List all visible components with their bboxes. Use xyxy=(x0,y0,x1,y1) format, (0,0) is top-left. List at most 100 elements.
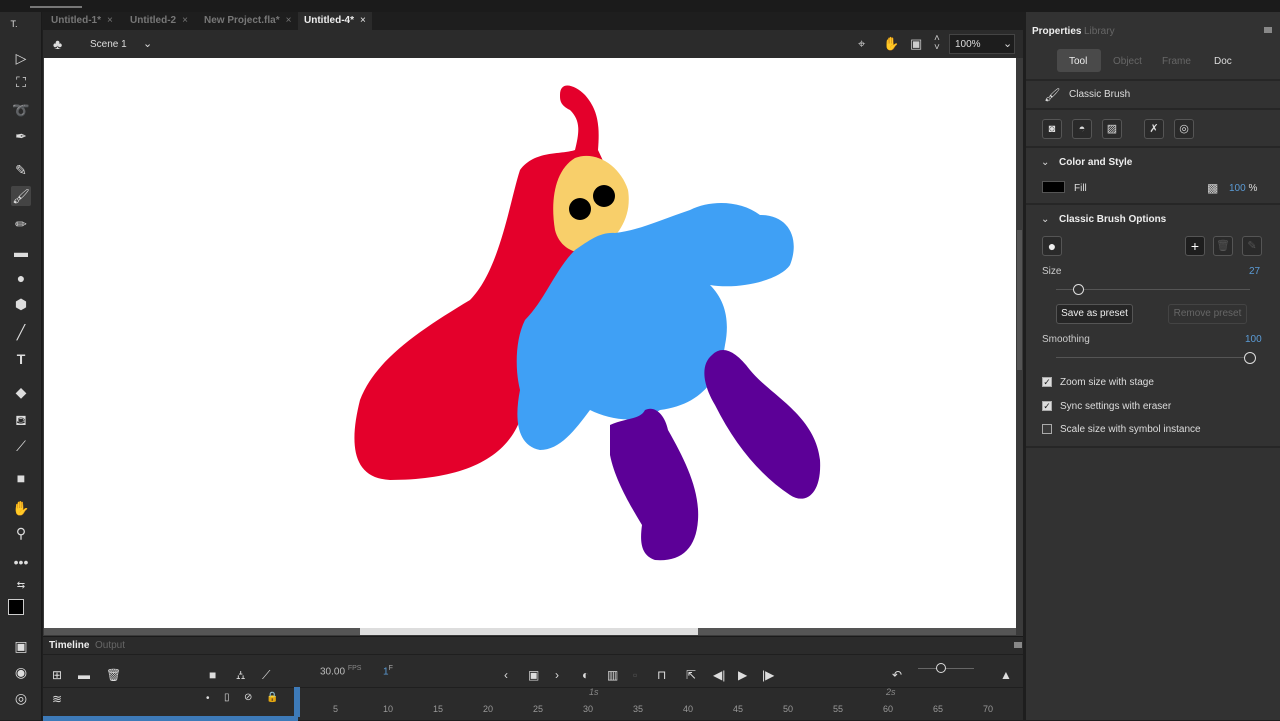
close-icon[interactable]: × xyxy=(107,15,113,26)
new-folder-icon[interactable]: ▬ xyxy=(78,668,90,682)
rectangle-tool-icon[interactable]: ▬ xyxy=(11,242,31,262)
stroke-color-swatch[interactable] xyxy=(8,599,24,615)
layers-icon[interactable]: ≋ xyxy=(52,692,62,706)
onion-skin-icon[interactable]: ◐ xyxy=(582,668,589,682)
graph-icon[interactable]: ⟋ xyxy=(262,668,270,683)
section-color-style[interactable]: Color and Style xyxy=(1059,157,1132,168)
brush-shape-icon[interactable]: ● xyxy=(1042,236,1062,256)
next-keyframe-icon[interactable]: › xyxy=(555,668,559,682)
paint-bucket-tool-icon[interactable]: ⛾ xyxy=(11,410,31,430)
alpha-field[interactable]: 100 % xyxy=(1229,183,1257,194)
chevron-down-icon[interactable]: ⌄ xyxy=(1041,214,1049,225)
brush-mode-icon[interactable]: ◓ xyxy=(1072,119,1092,139)
prev-keyframe-icon[interactable]: ‹ xyxy=(504,668,508,682)
subtab-frame[interactable]: Frame xyxy=(1162,56,1191,67)
smoothing-slider[interactable] xyxy=(1056,357,1250,358)
mountain-icon[interactable]: ▲ xyxy=(1000,668,1012,682)
dot-icon[interactable]: • xyxy=(206,693,210,704)
lock-icon[interactable]: 🔒 xyxy=(266,692,278,703)
eraser-tool-icon[interactable]: ◆ xyxy=(11,382,31,402)
tab-new-project[interactable]: New Project.fla* × xyxy=(204,12,291,30)
fps-display[interactable]: 30.00 FPS xyxy=(320,665,361,677)
rotate-stage-icon[interactable]: ✋ xyxy=(883,36,899,52)
fit-frames-icon[interactable]: ↶ xyxy=(892,668,902,682)
zoom-size-checkbox[interactable]: ✓ xyxy=(1042,377,1052,387)
play-icon[interactable]: ▶ xyxy=(738,668,747,682)
frame-display[interactable]: 1F xyxy=(383,665,393,677)
layer-row-selected[interactable] xyxy=(43,716,298,721)
size-slider-handle[interactable] xyxy=(1073,284,1084,295)
close-icon[interactable]: × xyxy=(286,15,292,26)
delete-brush-icon[interactable]: 🗑 xyxy=(1213,236,1233,256)
step-forward-icon[interactable]: |▶ xyxy=(762,668,774,682)
classic-brush-tool-icon[interactable]: 🖌 xyxy=(11,186,31,206)
panel-menu-icon[interactable] xyxy=(1014,642,1022,648)
hand-tool-icon[interactable]: ✋ xyxy=(11,498,31,518)
clip-content-icon[interactable]: ▣ xyxy=(910,36,922,52)
swap-colors-icon[interactable]: ⇆ xyxy=(11,576,31,596)
center-stage-icon[interactable]: ⌖ xyxy=(858,36,865,52)
camera-tool-icon[interactable]: ■ xyxy=(11,468,31,488)
tilt-icon[interactable]: ◎ xyxy=(1174,119,1194,139)
alpha-value[interactable]: 100 xyxy=(1229,183,1246,194)
loop-icon[interactable]: ⊓ xyxy=(657,668,666,682)
line-tool-icon[interactable]: ╱ xyxy=(11,322,31,342)
sync-eraser-label[interactable]: Sync settings with eraser xyxy=(1060,401,1171,412)
subtab-doc[interactable]: Doc xyxy=(1214,56,1232,67)
lock-fill-icon[interactable]: ▨ xyxy=(1102,119,1122,139)
edit-brush-icon[interactable]: ✎ xyxy=(1242,236,1262,256)
scale-size-label[interactable]: Scale size with symbol instance xyxy=(1060,424,1201,435)
delete-layer-icon[interactable]: 🗑 xyxy=(106,668,121,682)
tab-library[interactable]: Library xyxy=(1084,26,1115,37)
drawing-mode-icon[interactable]: ◉ xyxy=(11,662,31,682)
export-icon[interactable]: ⇱ xyxy=(686,668,696,682)
tab-output[interactable]: Output xyxy=(95,640,125,651)
stepper-icon[interactable]: ˄ ˅ xyxy=(934,34,940,53)
add-brush-icon[interactable]: + xyxy=(1185,236,1205,256)
text-tool-icon[interactable]: T xyxy=(11,349,31,369)
tab-untitled-1[interactable]: Untitled-1* × xyxy=(51,12,113,30)
vertical-scroll-thumb[interactable] xyxy=(1017,230,1022,370)
section-brush-options[interactable]: Classic Brush Options xyxy=(1059,214,1166,225)
camera-icon[interactable]: ■ xyxy=(209,668,216,682)
tab-untitled-2[interactable]: Untitled-2 × xyxy=(130,12,188,30)
pen-tool-icon[interactable]: ✒ xyxy=(11,126,31,146)
zoom-dropdown-icon[interactable]: ⌄ xyxy=(1003,37,1012,50)
layer-parenting-icon[interactable]: ⛼ xyxy=(236,668,245,684)
more-tools-icon[interactable]: ••• xyxy=(11,552,31,572)
tab-timeline[interactable]: Timeline xyxy=(49,640,89,651)
save-preset-button[interactable]: Save as preset xyxy=(1056,304,1133,324)
sync-eraser-checkbox[interactable]: ✓ xyxy=(1042,401,1052,411)
subtab-tool-label[interactable]: Tool xyxy=(1069,56,1087,67)
selection-tool-icon[interactable]: ▷ xyxy=(11,48,31,68)
fps-value[interactable]: 30.00 xyxy=(320,666,345,677)
oval-tool-icon[interactable]: ● xyxy=(11,268,31,288)
new-layer-icon[interactable]: ⊞ xyxy=(52,668,62,682)
pencil-tool-icon[interactable]: ✏ xyxy=(11,214,31,234)
step-back-icon[interactable]: ◀| xyxy=(713,668,725,682)
pressure-icon[interactable]: ◎ xyxy=(11,688,31,708)
insert-keyframe-icon[interactable]: ▣ xyxy=(528,668,539,682)
scene-icon[interactable]: ♣ xyxy=(53,36,62,52)
timeline-zoom-handle[interactable] xyxy=(936,663,946,673)
chevron-down-icon[interactable]: ⌄ xyxy=(1041,157,1049,168)
stage-canvas[interactable] xyxy=(44,58,1016,628)
remove-preset-button[interactable]: Remove preset xyxy=(1168,304,1247,324)
close-icon[interactable]: × xyxy=(182,15,188,26)
playhead[interactable] xyxy=(294,687,300,717)
eyedropper-tool-icon[interactable]: ⟋ xyxy=(11,436,31,456)
horizontal-scroll-thumb[interactable] xyxy=(360,628,698,635)
scale-size-checkbox[interactable] xyxy=(1042,424,1052,434)
paint-brush-tool-icon[interactable]: ✎ xyxy=(11,160,31,180)
chevron-down-icon[interactable]: ⌄ xyxy=(143,37,152,50)
disabled-icon[interactable]: ▫ xyxy=(633,668,637,682)
timeline-zoom-slider[interactable] xyxy=(918,668,974,669)
snap-icon[interactable]: ▣ xyxy=(11,636,31,656)
outline-icon[interactable]: ▯ xyxy=(224,692,230,703)
polystar-tool-icon[interactable]: ⬢ xyxy=(11,294,31,314)
zoom-tool-icon[interactable]: ⚲ xyxy=(11,523,31,543)
text-tool-mini-icon[interactable]: T. xyxy=(4,14,24,34)
close-icon[interactable]: × xyxy=(360,15,366,26)
smoothing-value[interactable]: 100 xyxy=(1245,334,1262,345)
visibility-icon[interactable]: ⊘ xyxy=(244,692,252,703)
